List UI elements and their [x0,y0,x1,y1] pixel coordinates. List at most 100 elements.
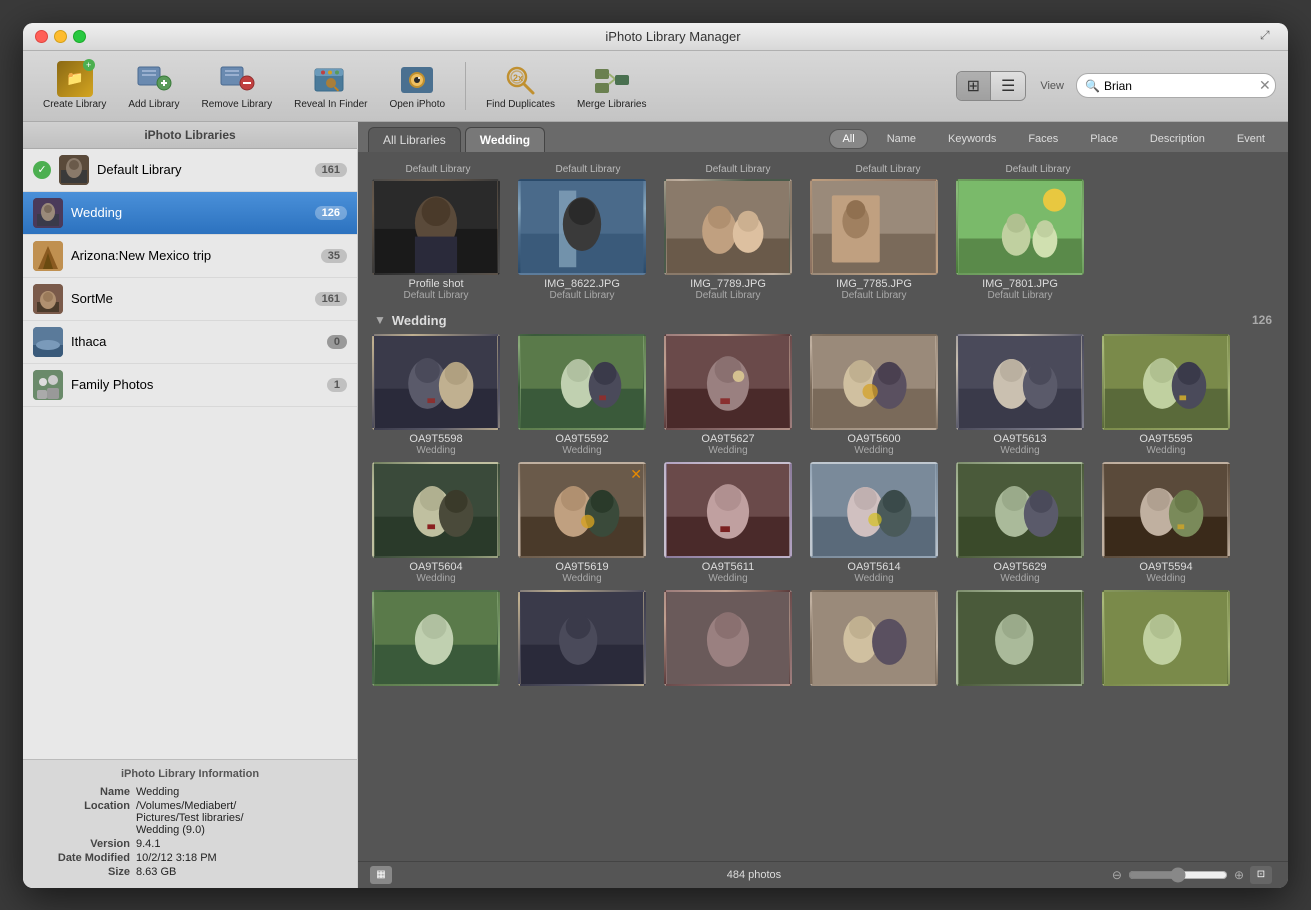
tab-all-libraries[interactable]: All Libraries [368,127,461,152]
photo-item-w14[interactable] [512,590,652,689]
photo-item-w6[interactable]: OA9T5595 Wedding [1096,334,1236,456]
photo-item-w17[interactable] [950,590,1090,689]
info-size-key: Size [35,866,130,878]
dl-label-2: Default Library [524,164,652,175]
sidebar-item-wedding[interactable]: Wedding 126 [23,192,357,235]
photo-lib-profile: Default Library [403,290,468,301]
photo-name-w4: OA9T5600 [847,433,900,445]
photo-item-img7789[interactable]: IMG_7789.JPG Default Library [658,179,798,301]
zoom-in-icon: ⊕ [1234,868,1244,882]
photo-item-w2[interactable]: OA9T5592 Wedding [512,334,652,456]
dl-label-4: Default Library [824,164,952,175]
add-library-label: Add Library [128,99,179,111]
sidebar-item-sortme[interactable]: SortMe 161 [23,278,357,321]
expand-icon[interactable]: ⤢ [1260,28,1276,44]
photo-lib-w6: Wedding [1146,445,1185,456]
status-text: 484 photos [396,869,1112,881]
photo-lib-w7: Wedding [416,573,455,584]
titlebar: iPhoto Library Manager ⤢ [23,23,1288,51]
sidebar-item-sortme-count: 161 [315,292,347,306]
remove-library-button[interactable]: Remove Library [194,57,281,115]
find-duplicates-button[interactable]: 2x Find Duplicates [478,57,563,115]
filter-all[interactable]: All [829,129,867,149]
photo-item-profile[interactable]: Profile shot Default Library [366,179,506,301]
photo-item-w5[interactable]: OA9T5613 Wedding [950,334,1090,456]
list-view-button[interactable]: ☰ [991,72,1025,100]
photo-item-img7785[interactable]: IMG_7785.JPG Default Library [804,179,944,301]
photo-item-w18[interactable] [1096,590,1236,689]
photo-name-w9: OA9T5611 [702,561,754,573]
photo-thumb-w12 [1102,462,1230,558]
reveal-finder-button[interactable]: Reveal In Finder [286,57,375,115]
filter-keywords[interactable]: Keywords [935,129,1009,149]
photo-lib-img8622: Default Library [549,290,614,301]
sidebar-item-wedding-name: Wedding [71,205,307,220]
filter-description[interactable]: Description [1137,129,1218,149]
create-library-button[interactable]: 📁+ Create Library [35,57,114,115]
filter-name[interactable]: Name [874,129,929,149]
photo-item-w1[interactable]: OA9T5598 Wedding [366,334,506,456]
info-date-value: 10/2/12 3:18 PM [136,852,217,864]
photo-item-w8[interactable]: ✕ OA9T5619 Wedding [512,462,652,584]
fullscreen-button[interactable] [73,30,86,43]
sidebar-item-default[interactable]: ✓ Default Library 161 [23,149,357,192]
filter-faces[interactable]: Faces [1015,129,1071,149]
zoom-out-icon: ⊖ [1112,868,1122,882]
wedding-section-count: 126 [1252,313,1272,327]
sidebar-item-arizona-count: 35 [321,249,347,263]
lib-icon-arizona [33,241,63,271]
photo-lib-w8: Wedding [562,573,601,584]
zoom-slider[interactable] [1128,867,1228,883]
section-arrow-wedding[interactable]: ▼ [374,313,386,327]
sidebar-item-family-count: 1 [327,378,347,392]
photo-item-w12[interactable]: OA9T5594 Wedding [1096,462,1236,584]
photo-name-w2: OA9T5592 [555,433,608,445]
photo-thumb-w3 [664,334,792,430]
minimize-button[interactable] [54,30,67,43]
photo-item-w7[interactable]: OA9T5604 Wedding [366,462,506,584]
photo-item-img7801[interactable]: IMG_7801.JPG Default Library [950,179,1090,301]
grid-view-button[interactable]: ⊞ [957,72,991,100]
photo-item-w4[interactable]: OA9T5600 Wedding [804,334,944,456]
create-library-label: Create Library [43,99,106,111]
add-library-button[interactable]: Add Library [120,57,187,115]
photo-item-w13[interactable] [366,590,506,689]
tab-wedding[interactable]: Wedding [465,127,545,152]
photo-lib-img7789: Default Library [695,290,760,301]
photo-thumb-w15 [664,590,792,686]
sidebar-item-arizona[interactable]: Arizona:New Mexico trip 35 [23,235,357,278]
fit-view-button[interactable]: ⊡ [1250,866,1272,884]
photo-lib-w5: Wedding [1000,445,1039,456]
open-iphoto-button[interactable]: Open iPhoto [381,57,453,115]
photo-name-w8: OA9T5619 [555,561,608,573]
photo-thumb-w14 [518,590,646,686]
info-panel: iPhoto Library Information Name Wedding … [23,759,357,888]
filter-event[interactable]: Event [1224,129,1278,149]
photo-item-w16[interactable] [804,590,944,689]
merge-libraries-button[interactable]: Merge Libraries [569,57,654,115]
photo-item-w3[interactable]: OA9T5627 Wedding [658,334,798,456]
status-bar: ▦ 484 photos ⊖ ⊕ ⊡ [358,861,1288,888]
photo-item-w11[interactable]: OA9T5629 Wedding [950,462,1090,584]
sidebar-list: ✓ Default Library 161 [23,149,357,759]
search-clear-icon[interactable]: ✕ [1259,77,1271,94]
wedding-row-2: OA9T5604 Wedding [366,462,1280,584]
search-input[interactable] [1104,79,1259,93]
search-box: 🔍 ✕ [1076,73,1276,98]
sidebar-item-ithaca[interactable]: Ithaca 0 [23,321,357,364]
find-duplicates-icon: 2x [503,61,539,97]
close-button[interactable] [35,30,48,43]
photo-item-w9[interactable]: OA9T5611 Wedding [658,462,798,584]
photo-item-w15[interactable] [658,590,798,689]
photo-item-w10[interactable]: OA9T5614 Wedding [804,462,944,584]
photo-thumb-profile [372,179,500,275]
view-mode-button[interactable]: ▦ [370,866,392,884]
content-area: All Libraries Wedding All Name Keywords … [358,122,1288,888]
photo-item-img8622[interactable]: IMG_8622.JPG Default Library [512,179,652,301]
view-segment: ⊞ ☰ [956,71,1027,101]
filter-place[interactable]: Place [1077,129,1131,149]
merge-libraries-icon [594,61,630,97]
sidebar-item-family[interactable]: Family Photos 1 [23,364,357,407]
photo-thumb-w11 [956,462,1084,558]
info-name-key: Name [35,786,130,798]
